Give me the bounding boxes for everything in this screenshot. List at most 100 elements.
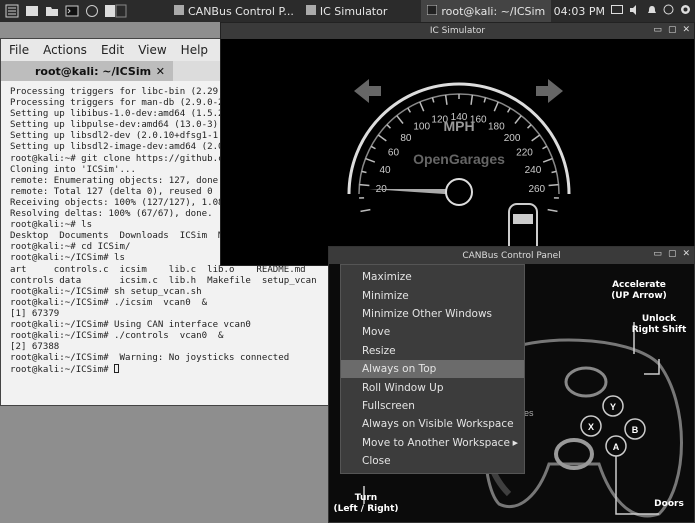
- volume-icon[interactable]: [629, 4, 641, 18]
- tick-mark: [377, 134, 387, 142]
- task-label: root@kali: ~/ICSim: [441, 4, 546, 18]
- menu-item-label: Maximize: [362, 271, 412, 284]
- turn-label: Turn (Left / Right): [333, 493, 399, 514]
- task-label: IC Simulator: [319, 4, 388, 18]
- tick-mark: [514, 115, 522, 124]
- svg-text:B: B: [632, 425, 639, 435]
- tick-mark: [361, 170, 367, 174]
- close-icon[interactable]: ✕: [682, 25, 690, 35]
- terminal-launcher-icon[interactable]: [64, 4, 80, 18]
- maximize-icon[interactable]: ▢: [668, 25, 677, 35]
- needle-hub: [445, 178, 473, 206]
- submenu-arrow-icon: ▶: [512, 438, 518, 447]
- show-desktop-icon[interactable]: [24, 4, 40, 18]
- menu-item-move-to-another-workspace[interactable]: Move to Another Workspace ▶: [341, 434, 524, 452]
- menu-item-always-on-visible-workspace[interactable]: Always on Visible Workspace: [341, 415, 524, 433]
- speed-tick-label: 260: [528, 184, 545, 195]
- terminal-line: controls data icsim.c lib.h Makefile set…: [10, 275, 317, 286]
- tick-mark: [531, 134, 541, 142]
- speed-tick-label: 200: [504, 133, 521, 144]
- ic-titlebar[interactable]: IC Simulator ▭ ▢ ✕: [221, 23, 694, 39]
- task-terminal[interactable]: root@kali: ~/ICSim: [421, 0, 552, 22]
- accelerate-label: Accelerate (UP Arrow): [611, 280, 667, 301]
- menu-item-label: Move: [362, 326, 391, 339]
- workspace-switcher-icon[interactable]: [104, 4, 128, 18]
- tick-mark: [547, 208, 558, 213]
- speed-tick-label: 80: [400, 133, 412, 144]
- task-ic-simulator[interactable]: IC Simulator: [300, 0, 394, 22]
- task-canbus[interactable]: CANBus Control P...: [168, 0, 300, 22]
- doors-label: Doors: [654, 499, 684, 509]
- speed-tick-label: 240: [525, 165, 542, 176]
- close-icon[interactable]: ✕: [682, 249, 690, 259]
- ic-simulator-window: IC Simulator ▭ ▢ ✕ 20 40 60 80 100 120 140 160 1…: [220, 22, 695, 266]
- tick-mark: [407, 107, 412, 113]
- svg-text:X: X: [588, 422, 594, 432]
- tab-title: root@kali: ~/ICSim: [35, 64, 152, 78]
- svg-text:A: A: [613, 442, 620, 452]
- menu-item-label: Minimize Other Windows: [362, 307, 493, 320]
- tick-mark: [365, 157, 376, 163]
- top-panel: CANBus Control P... IC Simulator root@ka…: [0, 0, 695, 22]
- terminal-line: root@kali:~/ICSim# Using CAN interface v…: [10, 319, 251, 330]
- task-label: CANBus Control P...: [188, 4, 294, 18]
- menu-help[interactable]: Help: [181, 43, 208, 57]
- tick-mark: [542, 145, 548, 150]
- display-icon[interactable]: [611, 4, 623, 18]
- kali-menu-icon[interactable]: [4, 4, 20, 18]
- record-icon[interactable]: [680, 4, 691, 18]
- tick-mark: [542, 157, 553, 163]
- menu-item-label: Move to Another Workspace: [362, 436, 510, 449]
- minimize-icon[interactable]: ▭: [653, 25, 662, 35]
- menu-item-minimize-other-windows[interactable]: Minimize Other Windows: [341, 305, 524, 323]
- minimize-icon[interactable]: ▭: [653, 249, 662, 259]
- terminal-tab[interactable]: root@kali: ~/ICSim ✕: [1, 61, 173, 81]
- menu-item-label: Fullscreen: [362, 399, 415, 412]
- tick-mark: [444, 94, 448, 105]
- svg-text:Y: Y: [610, 402, 616, 412]
- menu-view[interactable]: View: [138, 43, 166, 57]
- tick-mark: [470, 94, 474, 105]
- tick-mark: [370, 145, 376, 150]
- notifications-icon[interactable]: [647, 5, 657, 18]
- terminal-line: [1] 67379: [10, 308, 60, 319]
- terminal-line: root@kali:~/ICSim# ./controls vcan0 &: [10, 331, 224, 342]
- tick-mark: [396, 115, 404, 124]
- tick-mark: [483, 97, 487, 103]
- file-manager-icon[interactable]: [44, 4, 60, 18]
- menu-edit[interactable]: Edit: [101, 43, 124, 57]
- menu-item-fullscreen[interactable]: Fullscreen: [341, 397, 524, 415]
- menu-item-move[interactable]: Move: [341, 323, 524, 341]
- tick-mark: [548, 183, 559, 187]
- maximize-icon[interactable]: ▢: [668, 249, 677, 259]
- tick-mark: [506, 107, 511, 113]
- left-turn-signal-icon: [354, 79, 381, 103]
- terminal-line: [2] 67388: [10, 342, 60, 353]
- menu-item-label: Always on Top: [362, 363, 437, 376]
- tick-mark: [386, 124, 392, 129]
- menu-item-label: Roll Window Up: [362, 381, 444, 394]
- can-titlebar[interactable]: CANBus Control Panel ▭ ▢ ✕: [329, 247, 694, 264]
- clock[interactable]: 04:03 PM: [554, 5, 605, 18]
- menu-item-resize[interactable]: Resize: [341, 342, 524, 360]
- menu-item-label: Close: [362, 455, 391, 468]
- menu-item-close[interactable]: Close: [341, 452, 524, 470]
- terminal-cursor: [114, 364, 120, 374]
- terminal-line: root@kali:~/ICSim# Warning: No joysticks…: [10, 353, 290, 364]
- tick-mark: [493, 101, 499, 112]
- power-icon[interactable]: [663, 4, 674, 18]
- close-tab-icon[interactable]: ✕: [156, 65, 165, 78]
- brand-label: OpenGarages: [413, 151, 505, 167]
- browser-launcher-icon[interactable]: [84, 4, 100, 18]
- window-title: IC Simulator: [429, 26, 486, 36]
- menu-item-always-on-top[interactable]: Always on Top: [341, 359, 524, 379]
- terminal-icon: [426, 4, 438, 18]
- menu-item-maximize[interactable]: Maximize: [341, 268, 524, 286]
- menu-actions[interactable]: Actions: [43, 43, 87, 57]
- tick-mark: [359, 183, 370, 187]
- menu-item-minimize[interactable]: Minimize: [341, 286, 524, 304]
- menu-file[interactable]: File: [9, 43, 29, 57]
- speed-tick-label: 60: [388, 148, 400, 159]
- tick-mark: [360, 208, 371, 213]
- menu-item-roll-window-up[interactable]: Roll Window Up: [341, 378, 524, 396]
